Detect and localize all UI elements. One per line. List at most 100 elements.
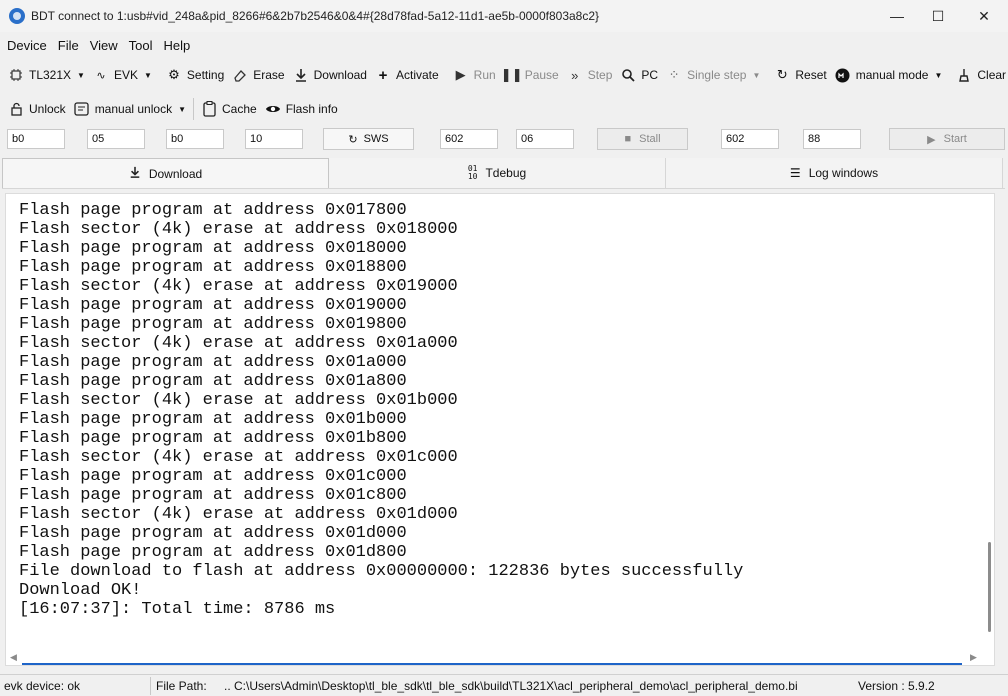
log-line: Flash page program at address 0x019800	[19, 315, 407, 334]
step-icon: »	[571, 67, 579, 83]
stall-button[interactable]: ■ Stall	[597, 128, 688, 150]
log-line: Download OK!	[19, 581, 142, 600]
toolbar-divider	[193, 98, 194, 120]
log-line: Flash sector (4k) erase at address 0x01c…	[19, 448, 458, 467]
menu-bar: Device File View Tool Help	[0, 33, 194, 57]
manual-unlock-select[interactable]: manual unlock ▼	[70, 97, 190, 121]
signal-icon: ∿	[96, 69, 106, 82]
app-logo-icon	[9, 8, 25, 24]
mode-select[interactable]: manual mode ▼	[831, 63, 947, 87]
log-line: Flash sector (4k) erase at address 0x01b…	[19, 391, 458, 410]
horizontal-scrollbar-thumb[interactable]	[22, 663, 962, 665]
binary-icon: 01 10	[467, 164, 478, 181]
play-icon: ▶	[927, 133, 936, 146]
list-icon: ☰	[789, 166, 801, 180]
tab-log-windows[interactable]: ☰ Log windows	[666, 158, 1003, 188]
clipboard-icon	[201, 101, 217, 117]
eye-icon	[265, 101, 281, 117]
tab-tdebug-label: Tdebug	[485, 166, 527, 180]
log-line: Flash page program at address 0x01d800	[19, 543, 407, 562]
activate-button[interactable]: + Activate	[371, 63, 443, 87]
download-button[interactable]: Download	[289, 63, 371, 87]
log-output[interactable]: Flash page program at address 0x017800 Fl…	[5, 193, 995, 666]
minimize-button[interactable]: —	[874, 0, 920, 32]
log-line: Flash sector (4k) erase at address 0x018…	[19, 220, 458, 239]
tab-download[interactable]: Download	[2, 158, 329, 188]
close-button[interactable]: ✕	[961, 0, 1007, 32]
param-input-3[interactable]: b0	[166, 129, 224, 149]
mode-icon	[835, 67, 851, 83]
clear-button[interactable]: Clear	[952, 63, 1008, 87]
tab-bar: Download 01 10 Tdebug ☰ Log windows	[2, 158, 1005, 189]
menu-help[interactable]: Help	[160, 38, 195, 53]
board-label: EVK	[113, 68, 138, 82]
single-step-label: Single step	[687, 68, 747, 82]
log-line: Flash page program at address 0x01d000	[19, 524, 407, 543]
log-line: Flash page program at address 0x01a000	[19, 353, 407, 372]
clear-label: Clear	[977, 68, 1007, 82]
log-line: Flash page program at address 0x01b000	[19, 410, 407, 429]
main-toolbar: TL321X ▼ ∿ EVK ▼ ⚙ Setting Erase Downloa…	[0, 60, 1008, 90]
log-line: Flash page program at address 0x017800	[19, 201, 407, 220]
menu-view[interactable]: View	[86, 38, 122, 53]
run-button[interactable]: ▶ Run	[449, 63, 500, 87]
param-input-2[interactable]: 05	[87, 129, 145, 149]
log-line: Flash sector (4k) erase at address 0x01d…	[19, 505, 458, 524]
erase-button[interactable]: Erase	[228, 63, 288, 87]
setting-button[interactable]: ⚙ Setting	[162, 63, 228, 87]
pc-button[interactable]: PC	[616, 63, 662, 87]
stop-icon: ■	[624, 133, 632, 145]
pause-button[interactable]: ❚❚ Pause	[500, 63, 563, 87]
dots-icon: ⁘	[668, 67, 680, 82]
log-line: Flash page program at address 0x018800	[19, 258, 407, 277]
vertical-scrollbar-thumb[interactable]	[988, 542, 991, 632]
log-line: File download to flash at address 0x0000…	[19, 562, 744, 581]
menu-device[interactable]: Device	[3, 38, 51, 53]
erase-label: Erase	[253, 68, 285, 82]
single-step-select[interactable]: ⁘ Single step ▼	[662, 63, 764, 87]
run-label: Run	[473, 68, 496, 82]
menu-tool[interactable]: Tool	[125, 38, 157, 53]
reset-label: Reset	[795, 68, 827, 82]
sws-button[interactable]: ↻ SWS	[323, 128, 414, 150]
setting-label: Setting	[186, 68, 225, 82]
scroll-left-icon[interactable]: ◀	[10, 652, 17, 663]
start-button[interactable]: ▶ Start	[889, 128, 1005, 150]
unlock-button[interactable]: Unlock	[4, 97, 70, 121]
device-status: evk device: ok	[4, 678, 81, 693]
cache-button[interactable]: Cache	[197, 97, 261, 121]
file-path-label: File Path:	[156, 678, 207, 693]
step-button[interactable]: » Step	[563, 63, 617, 87]
log-line: Flash page program at address 0x01c800	[19, 486, 407, 505]
download-label: Download	[313, 68, 367, 82]
chip-icon	[8, 67, 24, 83]
maximize-button[interactable]: ☐	[915, 0, 961, 32]
param-input-6[interactable]: 06	[516, 129, 574, 149]
param-input-1[interactable]: b0	[7, 129, 65, 149]
eraser-icon	[232, 67, 248, 83]
broom-icon	[956, 67, 972, 83]
tab-log-windows-label: Log windows	[808, 166, 879, 180]
flash-info-button[interactable]: Flash info	[261, 97, 342, 121]
param-input-7[interactable]: 602	[721, 129, 779, 149]
menu-file[interactable]: File	[54, 38, 83, 53]
version-label: Version : 5.9.2	[858, 678, 935, 693]
tab-tdebug[interactable]: 01 10 Tdebug	[329, 158, 666, 188]
chip-select[interactable]: TL321X ▼	[4, 63, 89, 87]
log-line: Flash page program at address 0x01b800	[19, 429, 407, 448]
secondary-toolbar: Unlock manual unlock ▼ Cache Flash info	[0, 94, 1008, 124]
param-input-8[interactable]: 88	[803, 129, 861, 149]
parameter-row: b0 05 b0 10 ↻ SWS 602 06 ■ Stall 602 88 …	[0, 127, 1008, 155]
log-line: Flash page program at address 0x018000	[19, 239, 407, 258]
file-path-value: .. C:\Users\Admin\Desktop\tl_ble_sdk\tl_…	[224, 678, 798, 693]
download-icon	[129, 166, 141, 181]
board-select[interactable]: ∿ EVK ▼	[89, 63, 156, 87]
scroll-right-icon[interactable]: ▶	[970, 652, 977, 663]
window-title: BDT connect to 1:usb#vid_248a&pid_8266#6…	[31, 9, 600, 23]
chevron-down-icon: ▼	[77, 70, 85, 80]
param-input-4[interactable]: 10	[245, 129, 303, 149]
plus-icon: +	[378, 66, 388, 84]
chevron-down-icon: ▼	[143, 70, 152, 80]
reset-button[interactable]: ↻ Reset	[770, 63, 830, 87]
param-input-5[interactable]: 602	[440, 129, 498, 149]
